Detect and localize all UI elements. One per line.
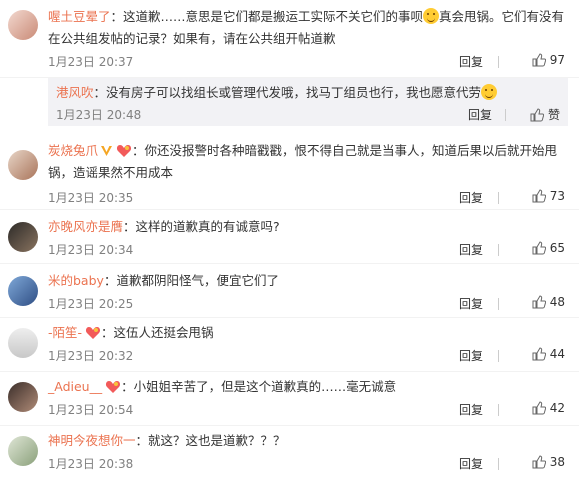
like-button[interactable]: 97 — [505, 53, 565, 67]
comment-text: 道歉都阴阳怪气，便宜它们了 — [116, 273, 279, 288]
divider — [505, 109, 506, 121]
like-button[interactable]: 48 — [505, 295, 565, 309]
comment-meta: 1月23日 20:35 回复 73 — [48, 189, 565, 207]
avatar[interactable] — [8, 222, 38, 252]
sub-reply-box: 港风吹：没有房子可以找组长或管理代发哦，找马丁组员也行，我也愿意代劳 1月23日… — [48, 78, 568, 126]
username-link[interactable]: 米的baby — [48, 273, 104, 288]
laughing-emoji-icon — [423, 8, 440, 24]
timestamp: 1月23日 20:37 — [48, 55, 134, 69]
like-button[interactable]: 44 — [505, 347, 565, 361]
username-link[interactable]: 喔土豆晕了 — [48, 9, 111, 24]
divider — [498, 458, 499, 470]
timestamp: 1月23日 20:38 — [48, 457, 134, 471]
reply-button[interactable]: 回复 — [459, 53, 483, 70]
like-count: 44 — [549, 347, 565, 361]
thumbs-up-icon — [530, 108, 545, 122]
like-count: 97 — [549, 53, 565, 67]
like-button[interactable]: 38 — [505, 455, 565, 469]
timestamp: 1月23日 20:32 — [48, 349, 134, 363]
comment-text: 没有房子可以找组长或管理代发哦，找马丁组员也行，我也愿意代劳 — [106, 85, 482, 100]
divider — [498, 350, 499, 362]
thumbs-up-icon — [532, 347, 546, 361]
username-link[interactable]: 亦晚风亦是膺 — [48, 219, 123, 234]
like-button[interactable]: 42 — [505, 401, 565, 415]
thumbs-up-icon — [532, 53, 546, 67]
reply-button[interactable]: 回复 — [459, 455, 483, 472]
divider — [498, 298, 499, 310]
avatar[interactable] — [8, 150, 38, 180]
divider — [498, 56, 499, 68]
username-link[interactable]: -陌笙- — [48, 325, 82, 340]
username-link[interactable]: _Adieu__ — [48, 379, 102, 394]
timestamp: 1月23日 20:35 — [48, 191, 134, 205]
comment-text: 这伍人还挺会甩锅 — [113, 325, 214, 340]
comment-text: 这样的道歉真的有诚意吗? — [135, 219, 280, 234]
comment-text: 就这？这也是道歉？？？ — [148, 433, 286, 448]
comment-meta: 1月23日 20:32 回复 44 — [48, 347, 565, 365]
member-heart-icon — [106, 381, 121, 393]
comment-meta: 1月23日 20:25 回复 48 — [48, 295, 565, 313]
like-count: 73 — [549, 189, 565, 203]
timestamp: 1月23日 20:48 — [56, 108, 142, 122]
reply-button[interactable]: 回复 — [459, 241, 483, 258]
tired-emoji-icon — [481, 84, 498, 100]
username-link[interactable]: 神明今夜想你一 — [48, 433, 136, 448]
thumbs-up-icon — [532, 455, 546, 469]
reply-button[interactable]: 回复 — [468, 106, 492, 123]
like-count: 65 — [549, 241, 565, 255]
comment-item: 神明今夜想你一：就这？这也是道歉？？？ 1月23日 20:38 回复 38 — [0, 426, 579, 484]
divider — [498, 404, 499, 416]
avatar[interactable] — [8, 328, 38, 358]
divider — [498, 244, 499, 256]
like-button[interactable]: 73 — [505, 189, 565, 203]
thumbs-up-icon — [532, 241, 546, 255]
divider — [498, 192, 499, 204]
comment-meta: 1月23日 20:48 回复 赞 — [56, 106, 560, 124]
like-label: 赞 — [547, 108, 560, 122]
like-count: 38 — [549, 455, 565, 469]
timestamp: 1月23日 20:25 — [48, 297, 134, 311]
verified-v-icon — [101, 146, 113, 156]
comment-meta: 1月23日 20:54 回复 42 — [48, 401, 565, 419]
reply-button[interactable]: 回复 — [459, 347, 483, 364]
comment-item: _Adieu__ ：小姐姐辛苦了，但是这个道歉真的……毫无诚意 1月23日 20:… — [0, 372, 579, 426]
avatar[interactable] — [8, 276, 38, 306]
comment-item: 喔土豆晕了：这道歉……意思是它们都是搬运工实际不关它们的事呗 真会甩锅。它们有没有… — [0, 0, 579, 78]
comment-meta: 1月23日 20:37 回复 97 — [48, 53, 565, 71]
avatar[interactable] — [8, 382, 38, 412]
timestamp: 1月23日 20:54 — [48, 403, 134, 417]
comment-text: 这道歉……意思是它们都是搬运工实际不关它们的事呗 — [123, 9, 424, 24]
comment-item: -陌笙- ：这伍人还挺会甩锅 1月23日 20:32 回复 44 — [0, 318, 579, 372]
like-count: 48 — [549, 295, 565, 309]
thumbs-up-icon — [532, 295, 546, 309]
member-heart-icon — [85, 327, 101, 339]
comment-item: 炭烧兔爪 ：你还没报警时各种暗戳戳，恨不得自己就是当事人，知道后果以后就开始甩锅，… — [0, 134, 579, 210]
avatar[interactable] — [8, 10, 38, 40]
like-count: 42 — [549, 401, 565, 415]
comment-text: 小姐姐辛苦了，但是这个道歉真的……毫无诚意 — [133, 379, 397, 394]
comment-item: 亦晚风亦是膺：这样的道歉真的有诚意吗? 1月23日 20:34 回复 65 — [0, 210, 579, 264]
timestamp: 1月23日 20:34 — [48, 243, 134, 257]
comment-meta: 1月23日 20:34 回复 65 — [48, 241, 565, 259]
username-link[interactable]: 炭烧兔爪 — [48, 143, 98, 158]
avatar[interactable] — [8, 436, 38, 466]
comment-meta: 1月23日 20:38 回复 38 — [48, 455, 565, 473]
comment-list: 喔土豆晕了：这道歉……意思是它们都是搬运工实际不关它们的事呗 真会甩锅。它们有没有… — [0, 0, 579, 484]
reply-button[interactable]: 回复 — [459, 295, 483, 312]
like-button[interactable]: 赞 — [516, 106, 560, 123]
username-link[interactable]: 港风吹 — [56, 85, 94, 100]
member-heart-icon — [116, 145, 132, 157]
reply-button[interactable]: 回复 — [459, 189, 483, 206]
reply-button[interactable]: 回复 — [459, 401, 483, 418]
thumbs-up-icon — [532, 189, 546, 203]
comment-item: 米的baby：道歉都阴阳怪气，便宜它们了 1月23日 20:25 回复 48 — [0, 264, 579, 318]
thumbs-up-icon — [532, 401, 546, 415]
like-button[interactable]: 65 — [505, 241, 565, 255]
